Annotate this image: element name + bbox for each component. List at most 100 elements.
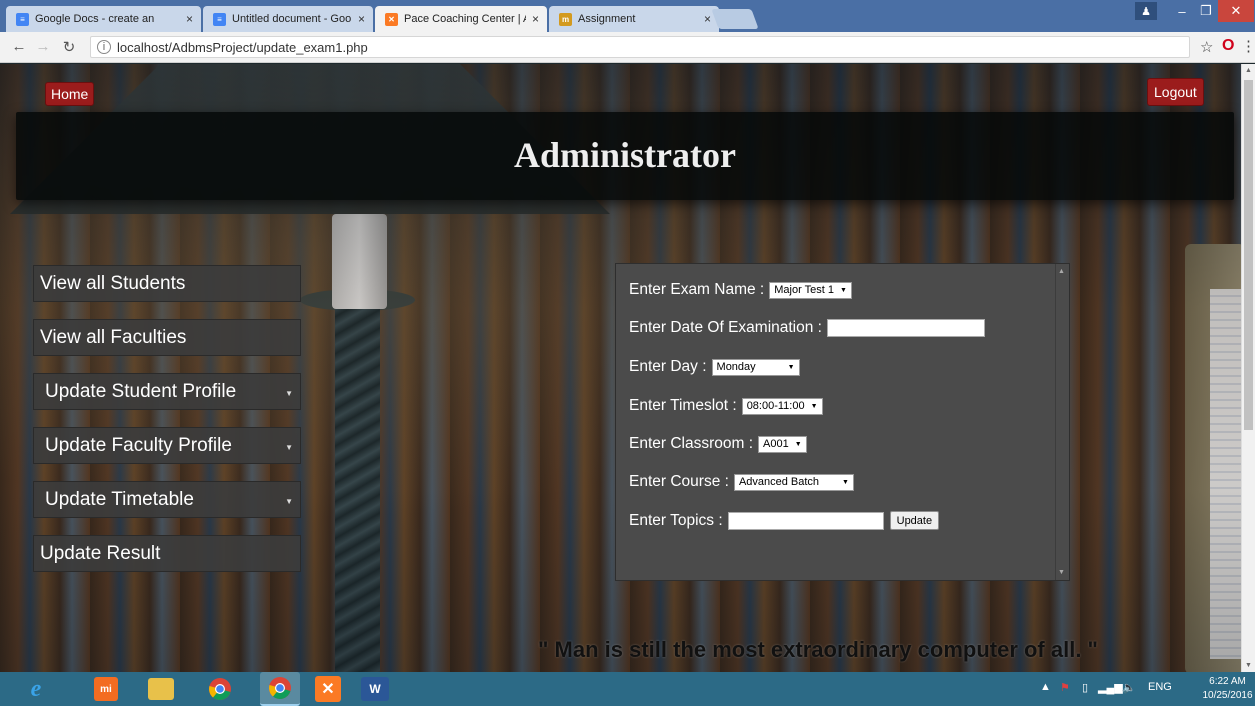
date-row: Enter Date Of Examination : xyxy=(629,319,985,337)
back-icon[interactable]: ← xyxy=(10,38,28,55)
logout-button[interactable]: Logout xyxy=(1147,78,1204,106)
date-input[interactable] xyxy=(826,319,985,337)
tab-label: Assignment xyxy=(578,13,636,25)
sidebar-item-view-all-students[interactable]: View all Students xyxy=(33,265,301,302)
close-icon[interactable]: × xyxy=(704,12,711,26)
sidebar-item-label: Update Timetable xyxy=(45,488,194,510)
language-indicator[interactable]: ENG xyxy=(1148,681,1172,693)
timeslot-label: Enter Timeslot : xyxy=(629,397,737,414)
scrollbar-thumb[interactable] xyxy=(1244,80,1253,430)
exam-name-row: Enter Exam Name : Major Test 1 ▼ xyxy=(629,281,852,299)
update-exam-form: Enter Exam Name : Major Test 1 ▼ Enter D… xyxy=(615,263,1070,581)
xampp-icon[interactable]: ✕ xyxy=(315,676,341,702)
classroom-row: Enter Classroom : A001 ▼ xyxy=(629,435,807,453)
topics-label: Enter Topics : xyxy=(629,511,723,529)
sidebar-item-label: Update Result xyxy=(40,542,161,564)
close-icon[interactable]: × xyxy=(186,12,193,26)
caret-down-icon: ▼ xyxy=(285,497,293,506)
xampp-icon: ✕ xyxy=(385,12,398,26)
file-explorer-icon[interactable] xyxy=(148,678,174,700)
course-label: Enter Course : xyxy=(629,473,729,490)
tab-label: Untitled document - Goo xyxy=(232,13,352,25)
docs-icon: ≡ xyxy=(213,12,226,26)
form-scrollbar[interactable]: ▲ ▼ xyxy=(1055,264,1069,580)
address-bar[interactable]: i localhost/AdbmsProject/update_exam1.ph… xyxy=(90,36,1190,58)
date-label: Enter Date Of Examination : xyxy=(629,319,822,336)
assignment-icon: m xyxy=(559,12,572,26)
home-button[interactable]: Home xyxy=(45,82,95,106)
sidebar-item-update-student-profile[interactable]: Update Student Profile ▼ xyxy=(33,373,301,410)
topics-row: Enter Topics : Update xyxy=(629,511,940,530)
scroll-down-icon[interactable]: ▼ xyxy=(1058,569,1065,576)
maximize-button[interactable]: ❐ xyxy=(1194,0,1218,22)
close-icon[interactable]: × xyxy=(532,12,539,26)
timeslot-row: Enter Timeslot : 08:00-11:00 ▼ xyxy=(629,397,823,415)
day-value: Monday xyxy=(716,361,756,373)
chrome-icon[interactable] xyxy=(206,675,234,703)
page-viewport: Home Logout Administrator View all Stude… xyxy=(0,64,1255,672)
page-scrollbar[interactable]: ▲ ▼ xyxy=(1241,64,1255,672)
classroom-value: A001 xyxy=(763,438,789,450)
tab-assignment[interactable]: m Assignment × xyxy=(549,6,719,32)
sidebar-item-label: Update Student Profile xyxy=(45,380,237,402)
timeslot-select[interactable]: 08:00-11:00 ▼ xyxy=(741,397,823,415)
day-row: Enter Day : Monday ▼ xyxy=(629,358,800,376)
exam-name-select[interactable]: Major Test 1 ▼ xyxy=(769,281,852,299)
tab-pace-coaching-center[interactable]: ✕ Pace Coaching Center | A × xyxy=(375,6,547,32)
scroll-up-icon[interactable]: ▲ xyxy=(1245,67,1252,74)
sidebar-item-update-faculty-profile[interactable]: Update Faculty Profile ▼ xyxy=(33,427,301,464)
timeslot-value: 08:00-11:00 xyxy=(746,400,805,412)
classroom-select[interactable]: A001 ▼ xyxy=(758,435,807,453)
battery-icon[interactable]: ▯ xyxy=(1082,681,1088,694)
scroll-up-icon[interactable]: ▲ xyxy=(1058,268,1065,275)
caret-down-icon: ▼ xyxy=(285,389,293,398)
caret-down-icon: ▼ xyxy=(839,286,847,294)
new-tab-button[interactable] xyxy=(711,9,759,29)
sidebar-item-label: View all Faculties xyxy=(40,326,187,348)
chrome-active-icon[interactable] xyxy=(260,672,300,706)
tab-google-docs[interactable]: ≡ Google Docs - create an × xyxy=(6,6,201,32)
tab-label: Google Docs - create an xyxy=(35,13,155,25)
course-select[interactable]: Advanced Batch ▼ xyxy=(733,473,854,491)
taskbar-clock[interactable]: 6:22 AM 10/25/2016 xyxy=(1200,675,1255,703)
scroll-down-icon[interactable]: ▼ xyxy=(1245,662,1252,669)
sidebar-item-update-result[interactable]: Update Result xyxy=(33,535,301,572)
clock-date: 10/25/2016 xyxy=(1202,690,1253,701)
user-profile-icon[interactable]: ♟ xyxy=(1135,2,1157,20)
clock-time: 6:22 AM xyxy=(1209,676,1246,687)
caret-down-icon: ▼ xyxy=(842,478,849,486)
volume-icon[interactable]: 🔈 xyxy=(1122,681,1136,694)
browser-menu-icon[interactable]: ⋮ xyxy=(1241,37,1255,55)
sidebar-item-update-timetable[interactable]: Update Timetable ▼ xyxy=(33,481,301,518)
address-text: localhost/AdbmsProject/update_exam1.php xyxy=(117,39,368,55)
page-header: Administrator xyxy=(16,112,1234,200)
course-row: Enter Course : Advanced Batch ▼ xyxy=(629,473,854,491)
minimize-button[interactable]: – xyxy=(1170,0,1194,22)
update-button[interactable]: Update xyxy=(889,511,940,530)
window-close-button[interactable]: ✕ xyxy=(1218,0,1254,22)
bookmark-star-icon[interactable]: ☆ xyxy=(1200,38,1213,56)
caret-down-icon: ▼ xyxy=(787,363,795,371)
flag-icon[interactable]: ⚑ xyxy=(1060,681,1070,694)
page-title: Administrator xyxy=(514,135,736,175)
close-icon[interactable]: × xyxy=(358,12,365,26)
network-icon[interactable]: ▂▄▆ xyxy=(1098,681,1123,694)
tab-label: Pace Coaching Center | A xyxy=(404,13,526,25)
forward-icon[interactable]: → xyxy=(34,38,52,55)
day-select[interactable]: Monday ▼ xyxy=(711,358,800,376)
footer-quote: " Man is still the most extraordinary co… xyxy=(538,637,1098,662)
sidebar-item-view-all-faculties[interactable]: View all Faculties xyxy=(33,319,301,356)
info-icon[interactable]: i xyxy=(97,40,111,54)
reload-icon[interactable]: ↻ xyxy=(60,38,78,56)
caret-down-icon: ▼ xyxy=(794,440,802,448)
exam-name-value: Major Test 1 xyxy=(774,284,834,296)
topics-input[interactable] xyxy=(727,511,884,530)
tab-untitled-document[interactable]: ≡ Untitled document - Goo × xyxy=(203,6,373,32)
browser-toolbar: ← → ↻ i localhost/AdbmsProject/update_ex… xyxy=(0,32,1255,63)
day-label: Enter Day : xyxy=(629,358,707,375)
mi-icon[interactable]: mi xyxy=(94,677,118,701)
tray-expand-icon[interactable]: ▲ xyxy=(1040,681,1051,693)
internet-explorer-icon[interactable]: e xyxy=(22,675,50,703)
word-icon[interactable]: W xyxy=(361,677,389,701)
opera-extension-icon[interactable]: O xyxy=(1222,37,1234,55)
